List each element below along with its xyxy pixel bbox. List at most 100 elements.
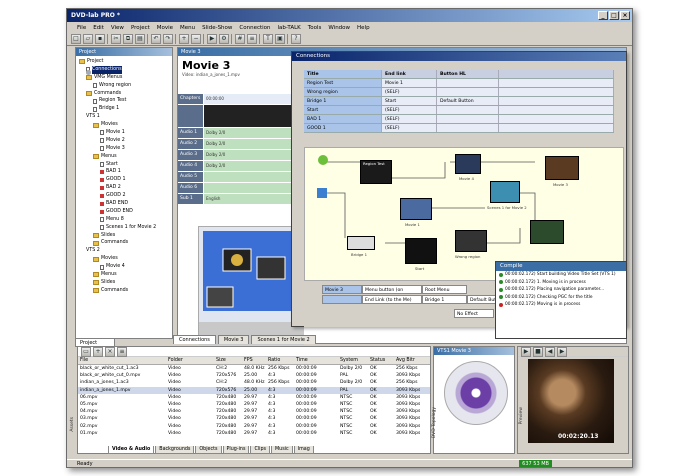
text-icon[interactable]: T <box>263 34 273 44</box>
prop-menu-button[interactable]: Menu button (on remote) <box>362 285 422 302</box>
tab-plug-ins[interactable]: Plug-ins <box>222 446 250 454</box>
redo-icon[interactable]: ↷ <box>163 34 173 44</box>
zoom-out-icon[interactable]: − <box>191 34 201 44</box>
tab-clips[interactable]: Clips <box>250 446 271 454</box>
tree-item[interactable]: Movie 2 <box>76 137 172 145</box>
tree-item[interactable]: BAD 1 <box>76 168 172 176</box>
table-row[interactable]: indian_a_jones_1.ac3 Video CH:2 48.0 KHz 256… <box>78 379 430 386</box>
grid-row[interactable]: Region Test Movie 1 <box>304 79 614 88</box>
disc-icon[interactable] <box>444 361 508 425</box>
track-lane[interactable]: 00:00:00 <box>204 94 296 104</box>
align-icon[interactable]: ≡ <box>247 34 257 44</box>
tree-item[interactable]: Region Test <box>76 97 172 105</box>
tree-item[interactable]: Movie 3 <box>76 145 172 153</box>
table-row[interactable]: indian_a_jones_1.mpv Video 720x576 25.00 4:3… <box>78 386 430 394</box>
close-button[interactable]: × <box>620 11 630 20</box>
save-icon[interactable]: ▪ <box>95 34 105 44</box>
bridge-node[interactable] <box>347 236 375 250</box>
scenes-node[interactable] <box>490 181 520 203</box>
tab-backgrounds[interactable]: Backgrounds <box>155 446 195 454</box>
tree-item[interactable]: GOOD 2 <box>76 192 172 200</box>
track-lane[interactable] <box>204 183 296 193</box>
column-header[interactable]: Time <box>294 357 338 364</box>
tab-video-audio[interactable]: Video & Audio <box>108 446 155 454</box>
tab-connections[interactable]: Connections <box>173 335 216 344</box>
tree-item[interactable]: Bridge 1 <box>76 105 172 113</box>
tab-objects[interactable]: Objects <box>195 446 222 454</box>
zoom-in-icon[interactable]: + <box>179 34 189 44</box>
table-row[interactable]: 06.mpv Video 720x480 29.97 4:3 00:00:09 NTSC OK… <box>78 394 430 401</box>
tree-item[interactable]: Project <box>76 58 172 66</box>
column-header[interactable]: Folder <box>166 357 214 364</box>
view-icon[interactable]: ≡ <box>117 346 127 357</box>
tree-item[interactable]: GOOD 1 <box>76 176 172 184</box>
menu-preview[interactable] <box>198 226 304 345</box>
image-icon[interactable]: ▣ <box>275 34 285 44</box>
tab-movie-3[interactable]: Movie 3 <box>217 335 250 344</box>
next-icon[interactable]: ▶ <box>557 346 567 357</box>
track-lane[interactable]: Dolby 2/0 <box>204 139 296 149</box>
tree-item[interactable]: Movies <box>76 121 172 129</box>
prop-no-effect[interactable]: No Effect <box>454 309 494 318</box>
tab-scenes-1-for-movie-2[interactable]: Scenes 1 for Movie 2 <box>251 335 316 344</box>
tree-item[interactable]: Commands <box>76 287 172 295</box>
grid-row[interactable]: Start (SELF) <box>304 106 614 115</box>
track-lane[interactable]: Dolby 2/0 <box>204 161 296 171</box>
table-row[interactable]: 01.mpv Video 720x480 29.97 4:3 00:00:09 NTSC OK… <box>78 430 430 437</box>
tab-music[interactable]: Music <box>271 446 293 454</box>
track-lane[interactable]: Dolby 2/0 <box>204 150 296 160</box>
table-row[interactable]: black_or_white_cut_0.mpv Video 720x576 25.0… <box>78 372 430 379</box>
menu-labtalk[interactable]: lab-TALK <box>278 25 301 31</box>
grid-row[interactable]: Wrong region (SELF) <box>304 88 614 97</box>
grid-row[interactable]: Bridge 1 Start Default Button <box>304 97 614 106</box>
menu-menu[interactable]: Menu <box>180 25 195 31</box>
play-icon[interactable]: ▶ <box>521 346 531 357</box>
add-icon[interactable]: + <box>93 346 103 357</box>
title-button-icon[interactable] <box>317 188 327 198</box>
tree-item[interactable]: VMG Menus <box>76 74 172 82</box>
table-row[interactable]: 03.mpv Video 720x480 29.97 4:3 00:00:09 NTSC OK… <box>78 415 430 422</box>
menu-view[interactable]: View <box>111 25 124 31</box>
menu-project[interactable]: Project <box>131 25 150 31</box>
tree-item[interactable]: Start <box>76 161 172 169</box>
tree-item[interactable]: Scenes 1 for Movie 2 <box>76 224 172 232</box>
video-track[interactable] <box>204 105 296 127</box>
first-play-icon[interactable] <box>318 155 328 165</box>
track-lane[interactable]: English <box>204 194 296 204</box>
menu-tools[interactable]: Tools <box>308 25 322 31</box>
table-row[interactable]: black_or_white_cut_1.ac3 Video CH:2 48.0 KH… <box>78 365 430 372</box>
maximize-button[interactable]: □ <box>609 11 619 20</box>
column-header[interactable]: Status <box>368 357 394 364</box>
tree-item[interactable]: BAD END <box>76 200 172 208</box>
folder-icon[interactable]: ▭ <box>81 346 91 357</box>
column-header[interactable]: File <box>78 357 166 364</box>
open-icon[interactable]: ▱ <box>83 34 93 44</box>
tree-item[interactable]: Movies <box>76 255 172 263</box>
wrong-region-node[interactable] <box>455 230 487 252</box>
tree-item[interactable]: Menus <box>76 271 172 279</box>
tree-item[interactable]: VTS 1 <box>76 70 172 121</box>
column-header[interactable]: Size <box>214 357 242 364</box>
table-row[interactable]: 04.mpv Video 720x480 29.97 4:3 00:00:09 NTSC OK… <box>78 408 430 415</box>
prev-icon[interactable]: ◀ <box>545 346 555 357</box>
tree-item[interactable]: Wrong region <box>76 82 172 90</box>
prop-bridge[interactable]: Bridge 1 <box>422 295 467 304</box>
start-node[interactable] <box>405 238 437 264</box>
column-header[interactable]: System <box>338 357 368 364</box>
column-header[interactable]: Avg Bitr <box>394 357 420 364</box>
stop-icon[interactable]: ■ <box>533 346 543 357</box>
tree-item[interactable]: Menus <box>76 153 172 161</box>
minimize-button[interactable]: _ <box>598 11 608 20</box>
tree-item[interactable]: VTS 2 <box>76 70 172 255</box>
copy-icon[interactable]: ⧉ <box>123 34 133 44</box>
menu-movie[interactable]: Movie <box>157 25 173 31</box>
tree-item[interactable]: BAD 2 <box>76 184 172 192</box>
tab-imag[interactable]: Imag <box>293 446 314 454</box>
movie4-node[interactable] <box>455 154 481 174</box>
track-lane[interactable]: Dolby 2/0 <box>204 128 296 138</box>
tree-item[interactable]: Commands <box>76 90 172 98</box>
tree-item[interactable]: Commands <box>76 239 172 247</box>
preview-frame[interactable] <box>528 359 614 443</box>
table-row[interactable]: 02.mpv Video 720x480 29.97 4:3 00:00:09 NTSC OK… <box>78 423 430 430</box>
tree-item[interactable]: GOOD END <box>76 208 172 216</box>
